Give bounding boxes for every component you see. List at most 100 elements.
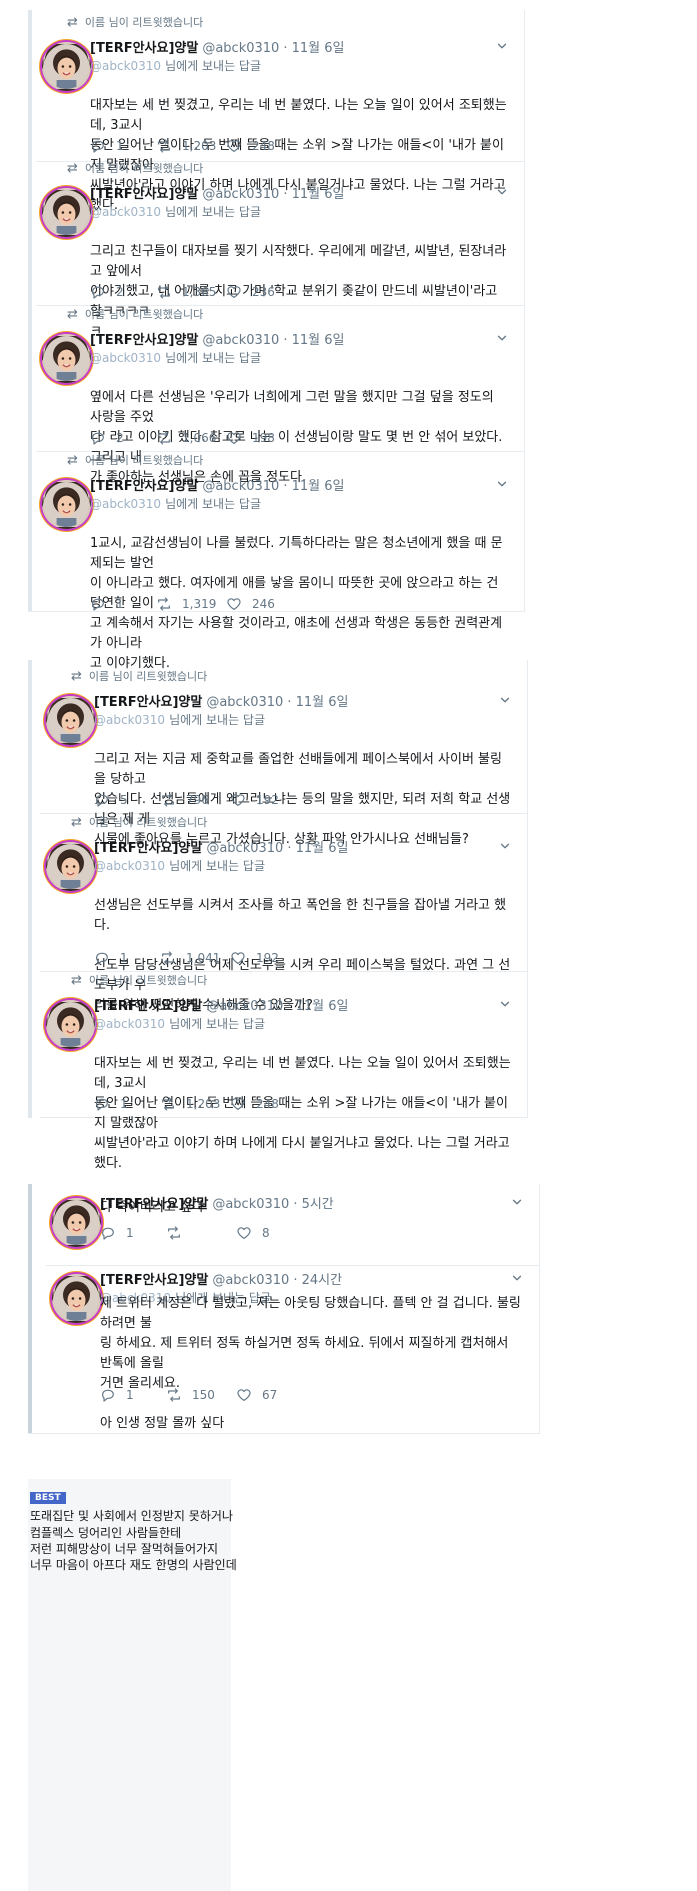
- user-name[interactable]: [TERF안사요]양말: [94, 841, 202, 856]
- chevron-down-icon[interactable]: [495, 331, 509, 345]
- tweet-date[interactable]: · 11월 6일: [283, 333, 344, 348]
- reply-button[interactable]: 1: [90, 596, 124, 612]
- retweet-label: 이름 님이 리트윗했습니다: [88, 670, 208, 683]
- user-name[interactable]: [TERF안사요]양말: [94, 999, 202, 1014]
- user-name[interactable]: [TERF안사요]양말: [90, 479, 198, 494]
- retweet-button[interactable]: 1,319: [156, 596, 216, 612]
- avatar[interactable]: [46, 1000, 95, 1049]
- retweet-label: 이름 님이 리트윗했습니다: [84, 16, 204, 29]
- tweet-date[interactable]: · 11월 6일: [283, 187, 344, 202]
- user-name[interactable]: [TERF안사요]양말: [90, 333, 198, 348]
- reply-icon: [94, 792, 110, 808]
- user-handle[interactable]: @abck0310: [202, 41, 279, 56]
- tweet-date[interactable]: · 24시간: [293, 1273, 342, 1288]
- tweet-header: [TERF안사요]양말 @abck0310 · 11월 6일: [90, 37, 344, 56]
- avatar[interactable]: [46, 842, 95, 891]
- retweet-button[interactable]: 1,203: [160, 1096, 220, 1112]
- tweet-date[interactable]: · 11월 6일: [283, 479, 344, 494]
- reply-button[interactable]: 1: [100, 1387, 134, 1403]
- like-button[interactable]: 198: [226, 430, 275, 446]
- tweet-date[interactable]: · 11월 6일: [287, 841, 348, 856]
- reply-context: @abck0310 님에게 보내는 답글: [94, 1015, 265, 1032]
- chevron-down-icon[interactable]: [495, 185, 509, 199]
- retweet-button[interactable]: 1,203: [156, 138, 216, 154]
- like-count: 246: [252, 597, 275, 611]
- chevron-down-icon[interactable]: [498, 839, 512, 853]
- reply-context: @abck0310 님에게 보내는 답글: [90, 349, 261, 366]
- avatar[interactable]: [42, 480, 91, 529]
- retweet-button[interactable]: 1,365: [156, 284, 216, 300]
- tweet-text: 대자보는 세 번 찢겼고, 우리는 네 번 붙였다. 나는 오늘 일이 있어서 …: [94, 1056, 511, 1171]
- avatar[interactable]: [42, 188, 91, 237]
- retweet-icon: [156, 430, 172, 446]
- user-name[interactable]: [TERF안사요]양말: [94, 695, 202, 710]
- user-handle[interactable]: @abck0310: [202, 479, 279, 494]
- like-count: 248: [256, 1097, 279, 1111]
- user-handle[interactable]: @abck0310: [206, 999, 283, 1014]
- user-handle[interactable]: @abck0310: [206, 841, 283, 856]
- user-handle[interactable]: @abck0310: [212, 1273, 289, 1288]
- user-name[interactable]: [TERF안사요]양말: [90, 41, 198, 56]
- tweet-date[interactable]: · 11월 6일: [287, 695, 348, 710]
- like-count: 67: [262, 1388, 278, 1402]
- reply-button[interactable]: 2: [90, 430, 124, 446]
- like-button[interactable]: 248: [230, 1096, 279, 1112]
- reply-to-handle[interactable]: @abck0310: [90, 205, 161, 219]
- chevron-down-icon[interactable]: [498, 693, 512, 707]
- like-count: 192: [256, 793, 279, 807]
- reply-button[interactable]: 1: [94, 1096, 128, 1112]
- avatar[interactable]: [42, 42, 91, 91]
- like-button[interactable]: 192: [230, 792, 279, 808]
- reply-to-handle[interactable]: @abck0310: [90, 351, 161, 365]
- reply-to-handle[interactable]: @abck0310: [94, 1017, 165, 1031]
- like-button[interactable]: 8: [236, 1225, 270, 1241]
- like-button[interactable]: 236: [226, 284, 275, 300]
- avatar[interactable]: [52, 1198, 101, 1247]
- chevron-down-icon[interactable]: [510, 1271, 524, 1285]
- like-button[interactable]: 248: [226, 138, 275, 154]
- tweet-header: [TERF안사요]양말 @abck0310 · 24시간: [100, 1269, 342, 1288]
- best-badge: BEST: [30, 1492, 66, 1504]
- chevron-down-icon[interactable]: [495, 477, 509, 491]
- reply-button[interactable]: 2: [90, 284, 124, 300]
- retweet-count: 1,041: [186, 951, 221, 965]
- retweet-button[interactable]: 150: [166, 1387, 215, 1403]
- user-handle[interactable]: @abck0310: [202, 187, 279, 202]
- like-icon: [226, 430, 242, 446]
- like-button[interactable]: 246: [226, 596, 275, 612]
- user-handle[interactable]: @abck0310: [202, 333, 279, 348]
- tweet-date[interactable]: · 11월 6일: [287, 999, 348, 1014]
- user-name[interactable]: [TERF안사요]양말: [90, 187, 198, 202]
- reply-count: 1: [116, 139, 124, 153]
- reply-button[interactable]: 1: [94, 950, 128, 966]
- reply-to-label: 님에게 보내는 답글: [165, 59, 262, 73]
- retweet-button[interactable]: 796: [160, 792, 209, 808]
- tweet-date[interactable]: · 11월 6일: [283, 41, 344, 56]
- retweet-button[interactable]: [166, 1225, 192, 1241]
- chevron-down-icon[interactable]: [498, 997, 512, 1011]
- reply-to-handle[interactable]: @abck0310: [94, 713, 165, 727]
- retweet-button[interactable]: 1,066: [156, 430, 216, 446]
- reply-to-handle[interactable]: @abck0310: [90, 497, 161, 511]
- chevron-down-icon[interactable]: [495, 39, 509, 53]
- avatar[interactable]: [52, 1274, 101, 1323]
- retweet-icon: [160, 1096, 176, 1112]
- like-button[interactable]: 67: [236, 1387, 277, 1403]
- reply-button[interactable]: 1: [100, 1225, 134, 1241]
- reply-to-handle[interactable]: @abck0310: [90, 59, 161, 73]
- like-button[interactable]: 192: [230, 950, 279, 966]
- reply-context: @abck0310 님에게 보내는 답글: [90, 57, 261, 74]
- retweet-button[interactable]: 1,041: [160, 950, 220, 966]
- user-name[interactable]: [TERF안사요]양말: [100, 1273, 208, 1288]
- retweeted-by: ⇄ 이름 님이 리트윗했습니다: [67, 14, 203, 30]
- reply-count: 1: [116, 597, 124, 611]
- reply-button[interactable]: 5: [94, 792, 128, 808]
- reply-to-handle[interactable]: @abck0310: [94, 859, 165, 873]
- avatar[interactable]: [46, 696, 95, 745]
- retweet-icon: ⇄: [67, 307, 78, 322]
- tweet: ⇄ 이름 님이 리트윗했습니다 [TERF안사요]양말 @abck0310 · 11월 …: [36, 306, 525, 485]
- like-icon: [230, 1096, 246, 1112]
- reply-button[interactable]: 1: [90, 138, 124, 154]
- avatar[interactable]: [42, 334, 91, 383]
- user-handle[interactable]: @abck0310: [206, 695, 283, 710]
